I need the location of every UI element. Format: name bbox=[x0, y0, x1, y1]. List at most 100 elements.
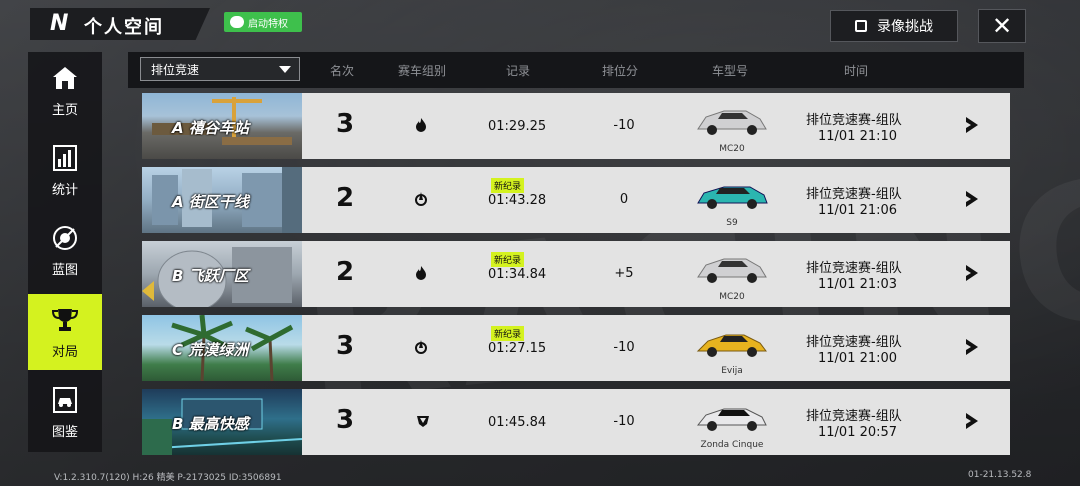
car-model: MC20 bbox=[719, 144, 745, 154]
stats-icon bbox=[53, 144, 77, 171]
rank-value: 3 bbox=[335, 405, 355, 435]
car-gallery-icon bbox=[53, 386, 77, 413]
rank-value: 3 bbox=[335, 331, 355, 361]
track-thumbnail: A 街区干线 bbox=[142, 167, 302, 233]
record-time: 01:29.25 bbox=[488, 119, 547, 134]
track-name: A 街区干线 bbox=[172, 193, 249, 211]
sidebar-item-label: 图鉴 bbox=[51, 424, 78, 440]
replay-challenge-button[interactable]: 录像挑战 bbox=[830, 10, 958, 42]
match-time: 11/01 21:03 bbox=[818, 277, 898, 292]
build-info: 01-21.13.52.8 bbox=[968, 470, 1032, 480]
app-logo: N bbox=[50, 11, 69, 36]
close-button[interactable]: ✕ bbox=[978, 9, 1026, 43]
chevron-right-icon[interactable] bbox=[963, 263, 981, 283]
rank-score: -10 bbox=[613, 340, 635, 355]
record-time: 01:45.84 bbox=[488, 415, 547, 430]
car-image bbox=[697, 110, 767, 135]
chevron-right-icon[interactable] bbox=[963, 337, 981, 357]
chevron-right-icon[interactable] bbox=[963, 189, 981, 209]
crest-icon bbox=[417, 416, 429, 427]
top-bar: N 个人空间 启动特权 录像挑战 ✕ bbox=[0, 0, 1080, 48]
sidebar-item-label: 蓝图 bbox=[51, 262, 78, 278]
column-header-record: 记录 bbox=[506, 64, 531, 78]
record-time: 01:27.15 bbox=[488, 341, 547, 356]
match-time: 11/01 21:00 bbox=[818, 351, 898, 366]
sidebar-item-label: 对局 bbox=[51, 344, 78, 360]
match-mode: 排位竞速赛-组队 bbox=[806, 335, 902, 350]
track-name: B 最高快感 bbox=[172, 415, 249, 433]
sidebar-item-label: 统计 bbox=[51, 182, 78, 198]
car-model: Evija bbox=[721, 366, 743, 376]
swirl-icon bbox=[415, 340, 427, 354]
track-thumbnail: C 荒漠绿洲 bbox=[142, 315, 302, 381]
rank-value: 2 bbox=[335, 183, 355, 213]
sidebar-item-stats[interactable]: 统计 bbox=[28, 132, 102, 208]
trophy-icon bbox=[51, 308, 79, 331]
track-thumbnail: B 最高快感 bbox=[142, 389, 302, 455]
sidebar-item-gallery[interactable]: 图鉴 bbox=[28, 374, 102, 450]
chevron-down-icon bbox=[279, 66, 291, 73]
wechat-privilege-button[interactable]: 启动特权 bbox=[224, 12, 302, 32]
table-row[interactable]: B 飞跃厂区 2 新纪录 01:34.84 +5 MC20 排位竞速赛-组队 1… bbox=[142, 241, 1010, 307]
rank-value: 2 bbox=[335, 257, 355, 287]
wechat-privilege-label: 启动特权 bbox=[248, 18, 288, 30]
car-model: Zonda Cinque bbox=[700, 440, 764, 450]
blueprint-icon bbox=[53, 225, 77, 250]
car-image bbox=[697, 186, 768, 209]
chevron-right-icon[interactable] bbox=[963, 411, 981, 431]
flame-icon bbox=[416, 118, 426, 132]
match-time: 11/01 21:06 bbox=[818, 203, 898, 218]
match-mode: 排位竞速赛-组队 bbox=[806, 409, 902, 424]
home-icon bbox=[53, 66, 77, 89]
replay-challenge-label: 录像挑战 bbox=[877, 19, 933, 35]
rank-score: +5 bbox=[614, 266, 634, 281]
new-record-badge: 新纪录 bbox=[491, 326, 525, 341]
sidebar-item-matches[interactable]: 对局 bbox=[28, 294, 102, 370]
record-time: 01:43.28 bbox=[488, 193, 547, 208]
new-record-badge: 新纪录 bbox=[491, 252, 525, 267]
track-thumbnail: B 飞跃厂区 bbox=[142, 241, 302, 307]
track-name: A 禧谷车站 bbox=[172, 119, 249, 137]
sidebar: 主页 统计 蓝图 对局 图鉴 bbox=[28, 52, 102, 452]
table-header: 排位竞速 名次 赛车组别 记录 排位分 车型号 时间 bbox=[128, 52, 1024, 88]
match-mode: 排位竞速赛-组队 bbox=[806, 187, 902, 202]
rank-score: 0 bbox=[619, 192, 629, 207]
car-model: MC20 bbox=[719, 292, 745, 302]
wechat-icon bbox=[230, 16, 244, 28]
rank-value: 3 bbox=[335, 109, 355, 139]
sidebar-item-home[interactable]: 主页 bbox=[28, 52, 102, 128]
mode-filter-value: 排位竞速 bbox=[151, 62, 200, 77]
column-header-score: 排位分 bbox=[602, 64, 639, 78]
rank-score: -10 bbox=[613, 414, 635, 429]
brand-header: N 个人空间 bbox=[30, 8, 210, 40]
chevron-right-icon[interactable] bbox=[963, 115, 981, 135]
column-header-rank: 名次 bbox=[330, 64, 355, 78]
rank-score: -10 bbox=[613, 118, 635, 133]
table-row[interactable]: A 街区干线 2 新纪录 01:43.28 0 S9 排位竞速赛-组队 11/0… bbox=[142, 167, 1010, 233]
mode-filter-select[interactable]: 排位竞速 bbox=[140, 57, 300, 81]
page-title: 个人空间 bbox=[84, 17, 164, 38]
sidebar-item-blueprint[interactable]: 蓝图 bbox=[28, 212, 102, 288]
version-info: V:1.2.310.7(120) H:26 精美 P-2173025 ID:35… bbox=[54, 473, 282, 483]
record-time: 01:34.84 bbox=[488, 267, 547, 282]
table-row[interactable]: C 荒漠绿洲 3 新纪录 01:27.15 -10 Evija 排位竞速赛-组队… bbox=[142, 315, 1010, 381]
track-thumbnail: A 禧谷车站 bbox=[142, 93, 302, 159]
table-row[interactable]: A 禧谷车站 3 01:29.25 -10 MC20 排位竞速赛-组队 11/0… bbox=[142, 93, 1010, 159]
table-row[interactable]: B 最高快感 3 01:45.84 -10 Zonda Cinque 排位竞速赛… bbox=[142, 389, 1010, 455]
track-name: B 飞跃厂区 bbox=[172, 267, 249, 285]
column-header-group: 赛车组别 bbox=[398, 64, 447, 78]
car-model: S9 bbox=[726, 218, 738, 228]
car-image bbox=[697, 258, 767, 283]
track-name: C 荒漠绿洲 bbox=[172, 341, 249, 359]
car-image bbox=[696, 334, 767, 357]
swirl-icon bbox=[415, 192, 427, 206]
match-mode: 排位竞速赛-组队 bbox=[806, 261, 902, 276]
flame-icon bbox=[416, 266, 426, 280]
match-time: 11/01 21:10 bbox=[818, 129, 898, 144]
new-record-badge: 新纪录 bbox=[491, 178, 525, 193]
close-icon: ✕ bbox=[991, 12, 1013, 40]
match-time: 11/01 20:57 bbox=[818, 425, 898, 440]
car-image bbox=[696, 408, 767, 431]
column-header-time: 时间 bbox=[844, 64, 869, 78]
sidebar-item-label: 主页 bbox=[51, 102, 78, 118]
